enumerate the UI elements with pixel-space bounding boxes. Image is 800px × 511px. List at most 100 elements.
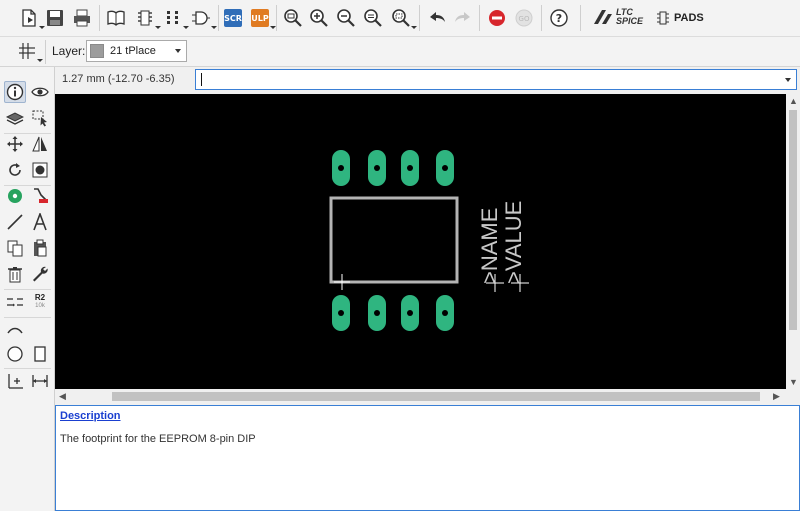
- layers-icon[interactable]: [4, 107, 26, 129]
- open-file-icon[interactable]: [18, 7, 45, 29]
- grid-icon[interactable]: [16, 40, 43, 62]
- ltspice-line2: SPICE: [616, 16, 644, 26]
- zoom-fit-icon[interactable]: [282, 7, 304, 29]
- zoom-out-icon[interactable]: [335, 7, 357, 29]
- chip-library-icon[interactable]: [134, 7, 161, 29]
- toolbar-divider: [218, 5, 219, 31]
- description-text: The footprint for the EEPROM 8-pin DIP: [60, 433, 256, 445]
- show-eye-icon[interactable]: [29, 81, 51, 103]
- vertical-scrollbar[interactable]: ▲ ▼: [786, 94, 800, 389]
- svg-text:?: ?: [556, 12, 562, 25]
- save-icon[interactable]: [44, 7, 66, 29]
- mirror-icon[interactable]: [29, 133, 51, 155]
- package-outline[interactable]: [329, 196, 459, 284]
- package-icon[interactable]: [162, 7, 189, 29]
- rectangle-tool-icon[interactable]: [29, 343, 51, 365]
- main-toolbar: SCR ULP GO ? LTC SPICE PADS: [0, 0, 800, 37]
- pads-button[interactable]: PADS: [656, 10, 704, 26]
- scroll-up-arrow-icon[interactable]: ▲: [789, 96, 798, 106]
- pad[interactable]: [401, 295, 419, 331]
- description-panel: Description The footprint for the EEPROM…: [55, 405, 800, 511]
- ulp-badge: ULP: [251, 9, 269, 27]
- vertical-scroll-thumb[interactable]: [789, 110, 797, 330]
- name-placeholder[interactable]: >NAME: [477, 208, 502, 284]
- paste-icon[interactable]: [29, 237, 51, 259]
- svg-text:GO: GO: [519, 15, 530, 23]
- smash-icon[interactable]: [29, 159, 51, 181]
- toolbar-divider: [45, 40, 46, 64]
- pad[interactable]: [368, 295, 386, 331]
- layer-label: Layer:: [52, 44, 86, 58]
- value-placeholder[interactable]: >VALUE: [501, 201, 526, 284]
- chevron-down-icon: [175, 49, 181, 53]
- pad[interactable]: [436, 295, 454, 331]
- origin-marker: [334, 274, 350, 290]
- pad-tool-icon[interactable]: [4, 185, 26, 207]
- delete-trash-icon[interactable]: [4, 263, 26, 285]
- r2-label: R2: [34, 293, 46, 302]
- scroll-left-arrow-icon[interactable]: ◀: [59, 391, 66, 401]
- layer-select[interactable]: 21 tPlace: [86, 40, 187, 62]
- ulp-button[interactable]: ULP: [249, 7, 276, 29]
- scroll-right-arrow-icon[interactable]: ▶: [773, 391, 780, 401]
- symbol-icon[interactable]: [190, 7, 217, 29]
- pad[interactable]: [332, 150, 350, 186]
- palette-divider: [4, 317, 51, 318]
- text-caret: [201, 73, 202, 86]
- library-book-icon[interactable]: [105, 7, 127, 29]
- undo-icon[interactable]: [426, 7, 448, 29]
- layout-canvas[interactable]: >NAME >VALUE: [55, 94, 786, 389]
- pad[interactable]: [368, 150, 386, 186]
- toolbar-divider: [99, 5, 100, 31]
- tool-palette: R2 10k: [0, 67, 55, 511]
- coordinate-readout: 1.27 mm (-12.70 -6.35): [62, 73, 175, 85]
- toolbar-divider: [419, 5, 420, 31]
- toolbar-divider: [479, 5, 480, 31]
- ltspice-logo-icon: [594, 10, 612, 24]
- zoom-area-icon[interactable]: [390, 7, 417, 29]
- zoom-in-icon[interactable]: [308, 7, 330, 29]
- rotate-icon[interactable]: [4, 159, 26, 181]
- mark-icon[interactable]: [4, 370, 26, 392]
- chevron-down-icon[interactable]: [785, 78, 791, 82]
- arc-tool-icon[interactable]: [4, 319, 26, 341]
- scroll-down-arrow-icon[interactable]: ▼: [789, 377, 798, 387]
- layer-color-swatch: [90, 44, 104, 58]
- layer-selected-value: 21 tPlace: [110, 45, 156, 57]
- print-icon[interactable]: [71, 7, 93, 29]
- dimension-icon[interactable]: [29, 370, 51, 392]
- r2-sublabel: 10k: [35, 303, 45, 309]
- redo-icon[interactable]: [452, 7, 474, 29]
- pads-label: PADS: [674, 12, 704, 24]
- toolbar-divider: [541, 5, 542, 31]
- move-icon[interactable]: [4, 133, 26, 155]
- description-link[interactable]: Description: [60, 410, 121, 422]
- zoom-select-icon[interactable]: [362, 7, 384, 29]
- ltspice-button[interactable]: LTC SPICE: [592, 8, 643, 26]
- horizontal-scroll-thumb[interactable]: [112, 392, 760, 401]
- stop-icon[interactable]: [486, 7, 508, 29]
- group-select-icon[interactable]: [29, 107, 51, 129]
- value-tool-icon[interactable]: R2 10k: [29, 291, 51, 313]
- pads-chip-icon: [657, 11, 669, 25]
- toolbar-divider: [276, 5, 277, 31]
- split-icon[interactable]: [4, 291, 26, 313]
- scr-badge: SCR: [224, 9, 242, 27]
- pad[interactable]: [401, 150, 419, 186]
- info-tool-icon[interactable]: [4, 81, 26, 103]
- footprint-drawing: >NAME >VALUE: [329, 150, 529, 331]
- script-button[interactable]: SCR: [222, 7, 244, 29]
- go-icon[interactable]: GO: [513, 7, 535, 29]
- copy-icon[interactable]: [4, 237, 26, 259]
- text-tool-icon[interactable]: [29, 211, 51, 233]
- line-tool-icon[interactable]: [4, 211, 26, 233]
- command-input[interactable]: [195, 69, 797, 90]
- toolbar-divider: [580, 5, 581, 31]
- route-tool-icon[interactable]: [29, 185, 51, 207]
- pad[interactable]: [332, 295, 350, 331]
- help-icon[interactable]: ?: [548, 7, 570, 29]
- horizontal-scrollbar[interactable]: ◀ ▶: [55, 389, 800, 404]
- pad[interactable]: [436, 150, 454, 186]
- wrench-icon[interactable]: [29, 263, 51, 285]
- circle-tool-icon[interactable]: [4, 343, 26, 365]
